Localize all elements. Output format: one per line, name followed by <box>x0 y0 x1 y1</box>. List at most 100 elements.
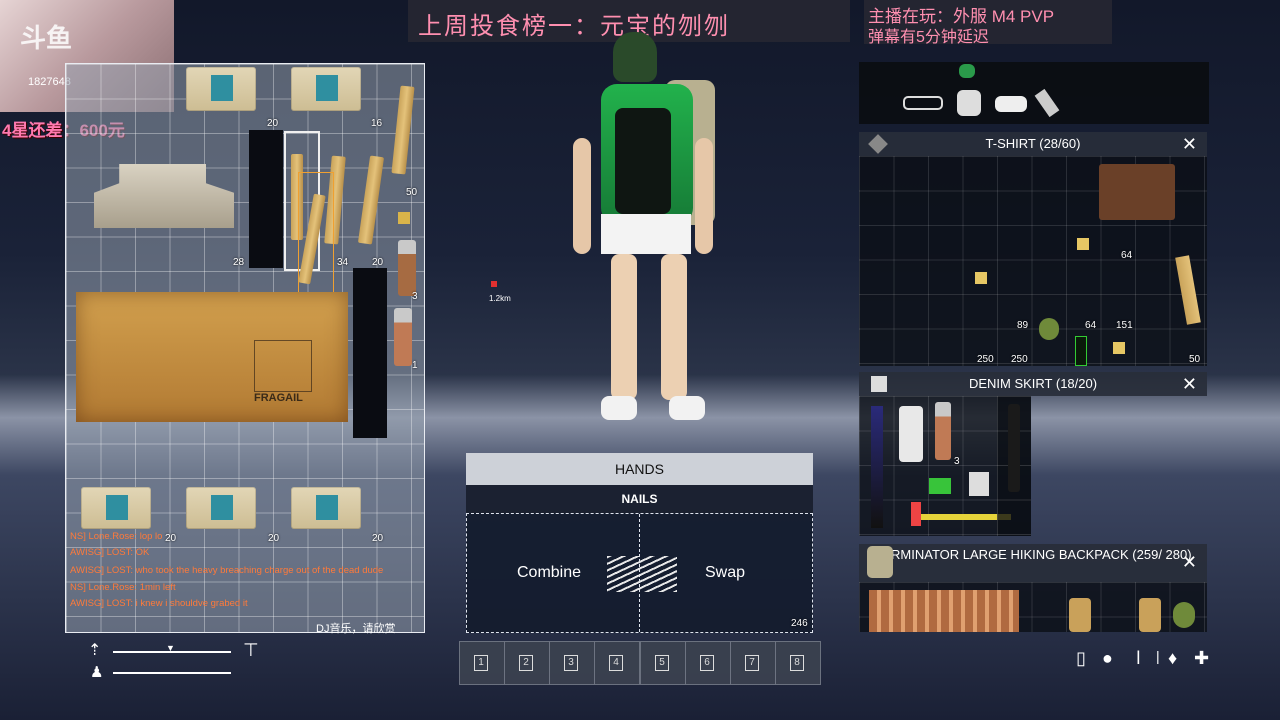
shoes-icon[interactable] <box>995 96 1027 112</box>
marker-distance: 1.2km <box>489 294 511 303</box>
knife-icon[interactable] <box>1034 88 1060 118</box>
thermometer-icon: ǀ <box>1136 648 1141 668</box>
hands-item-name: NAILS <box>466 485 813 513</box>
backpack-grid[interactable] <box>859 582 1207 632</box>
wooden-crate-item[interactable] <box>1099 164 1175 220</box>
gloves-icon[interactable] <box>957 90 981 116</box>
separator-icon: | <box>1156 648 1160 664</box>
item-count: 64 <box>1085 320 1097 331</box>
grenade-item[interactable] <box>1173 602 1195 628</box>
green-mask-icon[interactable] <box>959 64 975 78</box>
skirt-grid-2[interactable] <box>997 396 1031 536</box>
equipment-strip[interactable] <box>859 62 1209 124</box>
gold-item[interactable] <box>1077 238 1089 250</box>
swap-zone[interactable]: Swap <box>705 564 745 582</box>
cement-bag-item[interactable] <box>291 67 361 111</box>
plank-item[interactable] <box>1175 255 1201 325</box>
gold-item[interactable] <box>398 212 410 224</box>
hotbar-key: 8 <box>790 655 804 671</box>
dark-slot <box>249 130 283 268</box>
hotbar-slot-3[interactable]: 3 <box>549 641 595 685</box>
hands-slot[interactable]: Combine Swap 246 <box>466 513 813 633</box>
item-count: 1 <box>412 360 418 371</box>
cement-bag-item[interactable] <box>186 487 256 529</box>
chat-line: NS] Lone.Rose: lop lo <box>70 531 163 542</box>
left-arm <box>573 138 591 254</box>
hotbar-slot-6[interactable]: 6 <box>685 641 731 685</box>
tshirt-panel: T-SHIRT (28/60) ✕ 64 89 64 151 250 250 5… <box>859 132 1207 366</box>
item-count: 34 <box>337 257 349 268</box>
dark-slot <box>353 268 387 438</box>
chat-line: AWISG] LOST: who took the heavy breachin… <box>70 565 384 576</box>
item-count: 250 <box>1011 354 1028 365</box>
food-apple-icon: ● <box>1102 648 1113 668</box>
goggles-icon[interactable] <box>903 96 943 110</box>
green-bottle-item[interactable] <box>1075 336 1087 366</box>
plank-item[interactable] <box>391 85 415 175</box>
stream-platform-logo: 斗鱼 <box>20 23 73 53</box>
close-icon[interactable]: ✕ <box>1182 550 1197 574</box>
health-cross-icon: ✚ <box>1194 648 1210 668</box>
wood-log-item[interactable] <box>1069 598 1091 632</box>
hotbar-slot-2[interactable]: 2 <box>504 641 550 685</box>
hatchet-item[interactable] <box>398 240 416 296</box>
cement-bag-item[interactable] <box>81 487 151 529</box>
ammo-item[interactable] <box>869 590 1019 632</box>
flare-item[interactable] <box>911 502 921 526</box>
hands-panel: HANDS NAILS Combine Swap 246 <box>466 453 813 633</box>
chat-line: AWISG] LOST: OK <box>70 547 150 558</box>
item-count: 28 <box>233 257 245 268</box>
hotbar-key: 2 <box>519 655 533 671</box>
gold-item[interactable] <box>1113 342 1125 354</box>
close-icon[interactable]: ✕ <box>1182 372 1197 396</box>
helmet <box>613 32 657 82</box>
gold-item[interactable] <box>975 272 987 284</box>
flashlight-item[interactable] <box>899 406 923 462</box>
hotbar-slot-1[interactable]: 1 <box>459 641 505 685</box>
combat-knife-item[interactable] <box>871 406 883 528</box>
tshirt-grid[interactable]: 64 89 64 151 250 250 50 <box>859 156 1207 366</box>
left-shoe <box>601 396 637 420</box>
item-count: 50 <box>406 187 418 198</box>
hotbar-key: 3 <box>564 655 578 671</box>
right-arm <box>695 138 713 254</box>
cement-bag-item[interactable] <box>186 67 256 111</box>
cement-bag-item[interactable] <box>291 487 361 529</box>
hotbar-slot-5[interactable]: 5 <box>640 641 686 685</box>
hotbar-slot-8[interactable]: 8 <box>775 641 821 685</box>
item-count: 20 <box>372 257 384 268</box>
item-count: 16 <box>371 118 383 129</box>
right-shoe <box>669 396 705 420</box>
keypad-item[interactable] <box>969 472 989 496</box>
left-leg <box>611 254 637 400</box>
baton-item[interactable] <box>1008 404 1020 492</box>
stance-icon: ⇡ <box>88 642 102 659</box>
item-count: 20 <box>268 533 280 544</box>
close-icon[interactable]: ✕ <box>1182 132 1197 156</box>
green-device-item[interactable] <box>929 478 951 494</box>
stone-block-item[interactable] <box>94 164 234 228</box>
wood-log-item[interactable] <box>1139 598 1161 632</box>
music-text: DJ音乐，请欣赏 <box>316 623 396 635</box>
stamina-marker: ▼ <box>166 643 175 653</box>
hotbar-slot-4[interactable]: 4 <box>594 641 640 685</box>
game-info-banner: 主播在玩：外服 M4 PVP 弹幕有5分钟延迟 <box>864 0 1112 46</box>
hatchet-item[interactable] <box>935 402 951 460</box>
hotbar-key: 6 <box>700 655 714 671</box>
grenade-item[interactable] <box>1039 318 1059 340</box>
skirt-panel: DENIM SKIRT (18/20) ✕ 3 <box>859 372 1207 536</box>
combine-zone[interactable]: Combine <box>517 564 581 582</box>
hotbar-key: 4 <box>609 655 623 671</box>
hotbar-slot-7[interactable]: 7 <box>730 641 776 685</box>
plank-item[interactable] <box>357 155 385 245</box>
vest <box>615 108 671 214</box>
hotbar-key: 5 <box>655 655 669 671</box>
item-count: 89 <box>1017 320 1029 331</box>
box-symbols <box>254 340 312 392</box>
hatchet-item[interactable] <box>394 308 412 366</box>
chat-line: NS] Lone.Rose: 1min left <box>70 582 176 593</box>
run-icon: ♟ <box>90 664 104 681</box>
cardboard-box-item[interactable]: FRAGAIL <box>76 292 348 422</box>
item-count: 20 <box>165 533 177 544</box>
item-count: 3 <box>954 456 960 467</box>
